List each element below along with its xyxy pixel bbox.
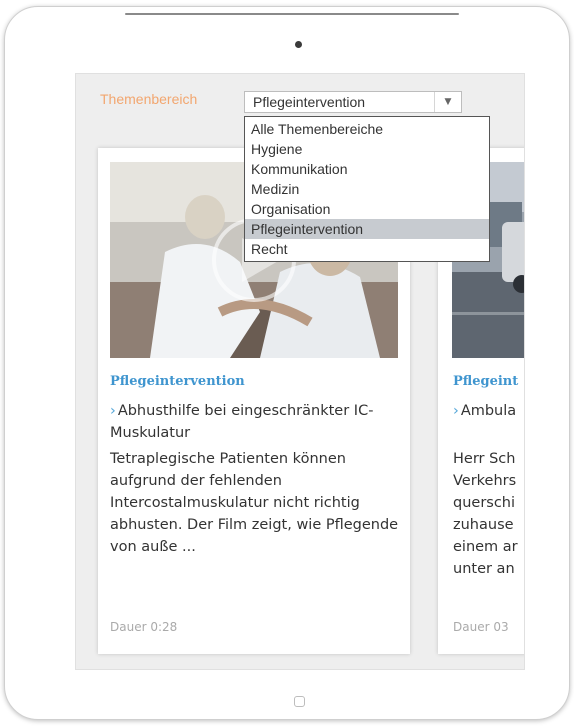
dropdown-option[interactable]: Organisation <box>245 199 489 219</box>
chevron-down-icon[interactable]: ▼ <box>434 92 461 112</box>
card-description-line: querschi <box>453 495 516 511</box>
card-description: Tetraplegische Patienten können aufgrund… <box>110 451 399 555</box>
card-duration: Dauer 03 <box>453 620 509 634</box>
dropdown-option[interactable]: Recht <box>245 239 489 259</box>
filter-label: Themenbereich <box>100 91 198 107</box>
card-category: Pflegeint <box>453 374 519 389</box>
tablet-top-edge <box>125 13 459 15</box>
card-description-line: unter an <box>453 561 515 577</box>
topic-select[interactable]: Pflegeintervention ▼ <box>244 91 462 113</box>
topic-dropdown-list: Alle Themenbereiche Hygiene Kommunikatio… <box>244 116 490 262</box>
card-title-link[interactable]: › Abhusthilfe bei eingeschränkter IC-Musk… <box>110 400 402 444</box>
card-duration: Dauer 0:28 <box>110 620 178 634</box>
dropdown-option[interactable]: Kommunikation <box>245 159 489 179</box>
topic-select-value: Pflegeintervention <box>253 94 366 110</box>
app-screen: Themenbereich Pflegeintervention ▼ Pfleg… <box>75 73 525 670</box>
dropdown-option[interactable]: Alle Themenbereiche <box>245 119 489 139</box>
card-category: Pflegeintervention <box>110 374 245 389</box>
card-description: Herr Sch Verkehrs querschi zuhause einem… <box>453 448 524 580</box>
dropdown-option[interactable]: Hygiene <box>245 139 489 159</box>
camera-icon <box>295 41 302 48</box>
dropdown-option-highlighted[interactable]: Pflegeintervention <box>245 219 489 239</box>
chevron-right-icon: › <box>453 403 459 419</box>
card-title-link[interactable]: › Ambula <box>453 400 524 422</box>
card-description-line: zuhause <box>453 517 514 533</box>
tablet-frame: Themenbereich Pflegeintervention ▼ Pfleg… <box>4 6 570 720</box>
card-description-line: Herr Sch <box>453 451 516 467</box>
home-button[interactable] <box>294 696 305 707</box>
card-description-line: einem ar <box>453 539 518 555</box>
chevron-right-icon: › <box>110 403 116 419</box>
card-title: Ambula <box>460 403 517 419</box>
card-description-line: Verkehrs <box>453 473 517 489</box>
dropdown-option[interactable]: Medizin <box>245 179 489 199</box>
card-title: Abhusthilfe bei eingeschränkter IC-Musku… <box>110 403 374 441</box>
